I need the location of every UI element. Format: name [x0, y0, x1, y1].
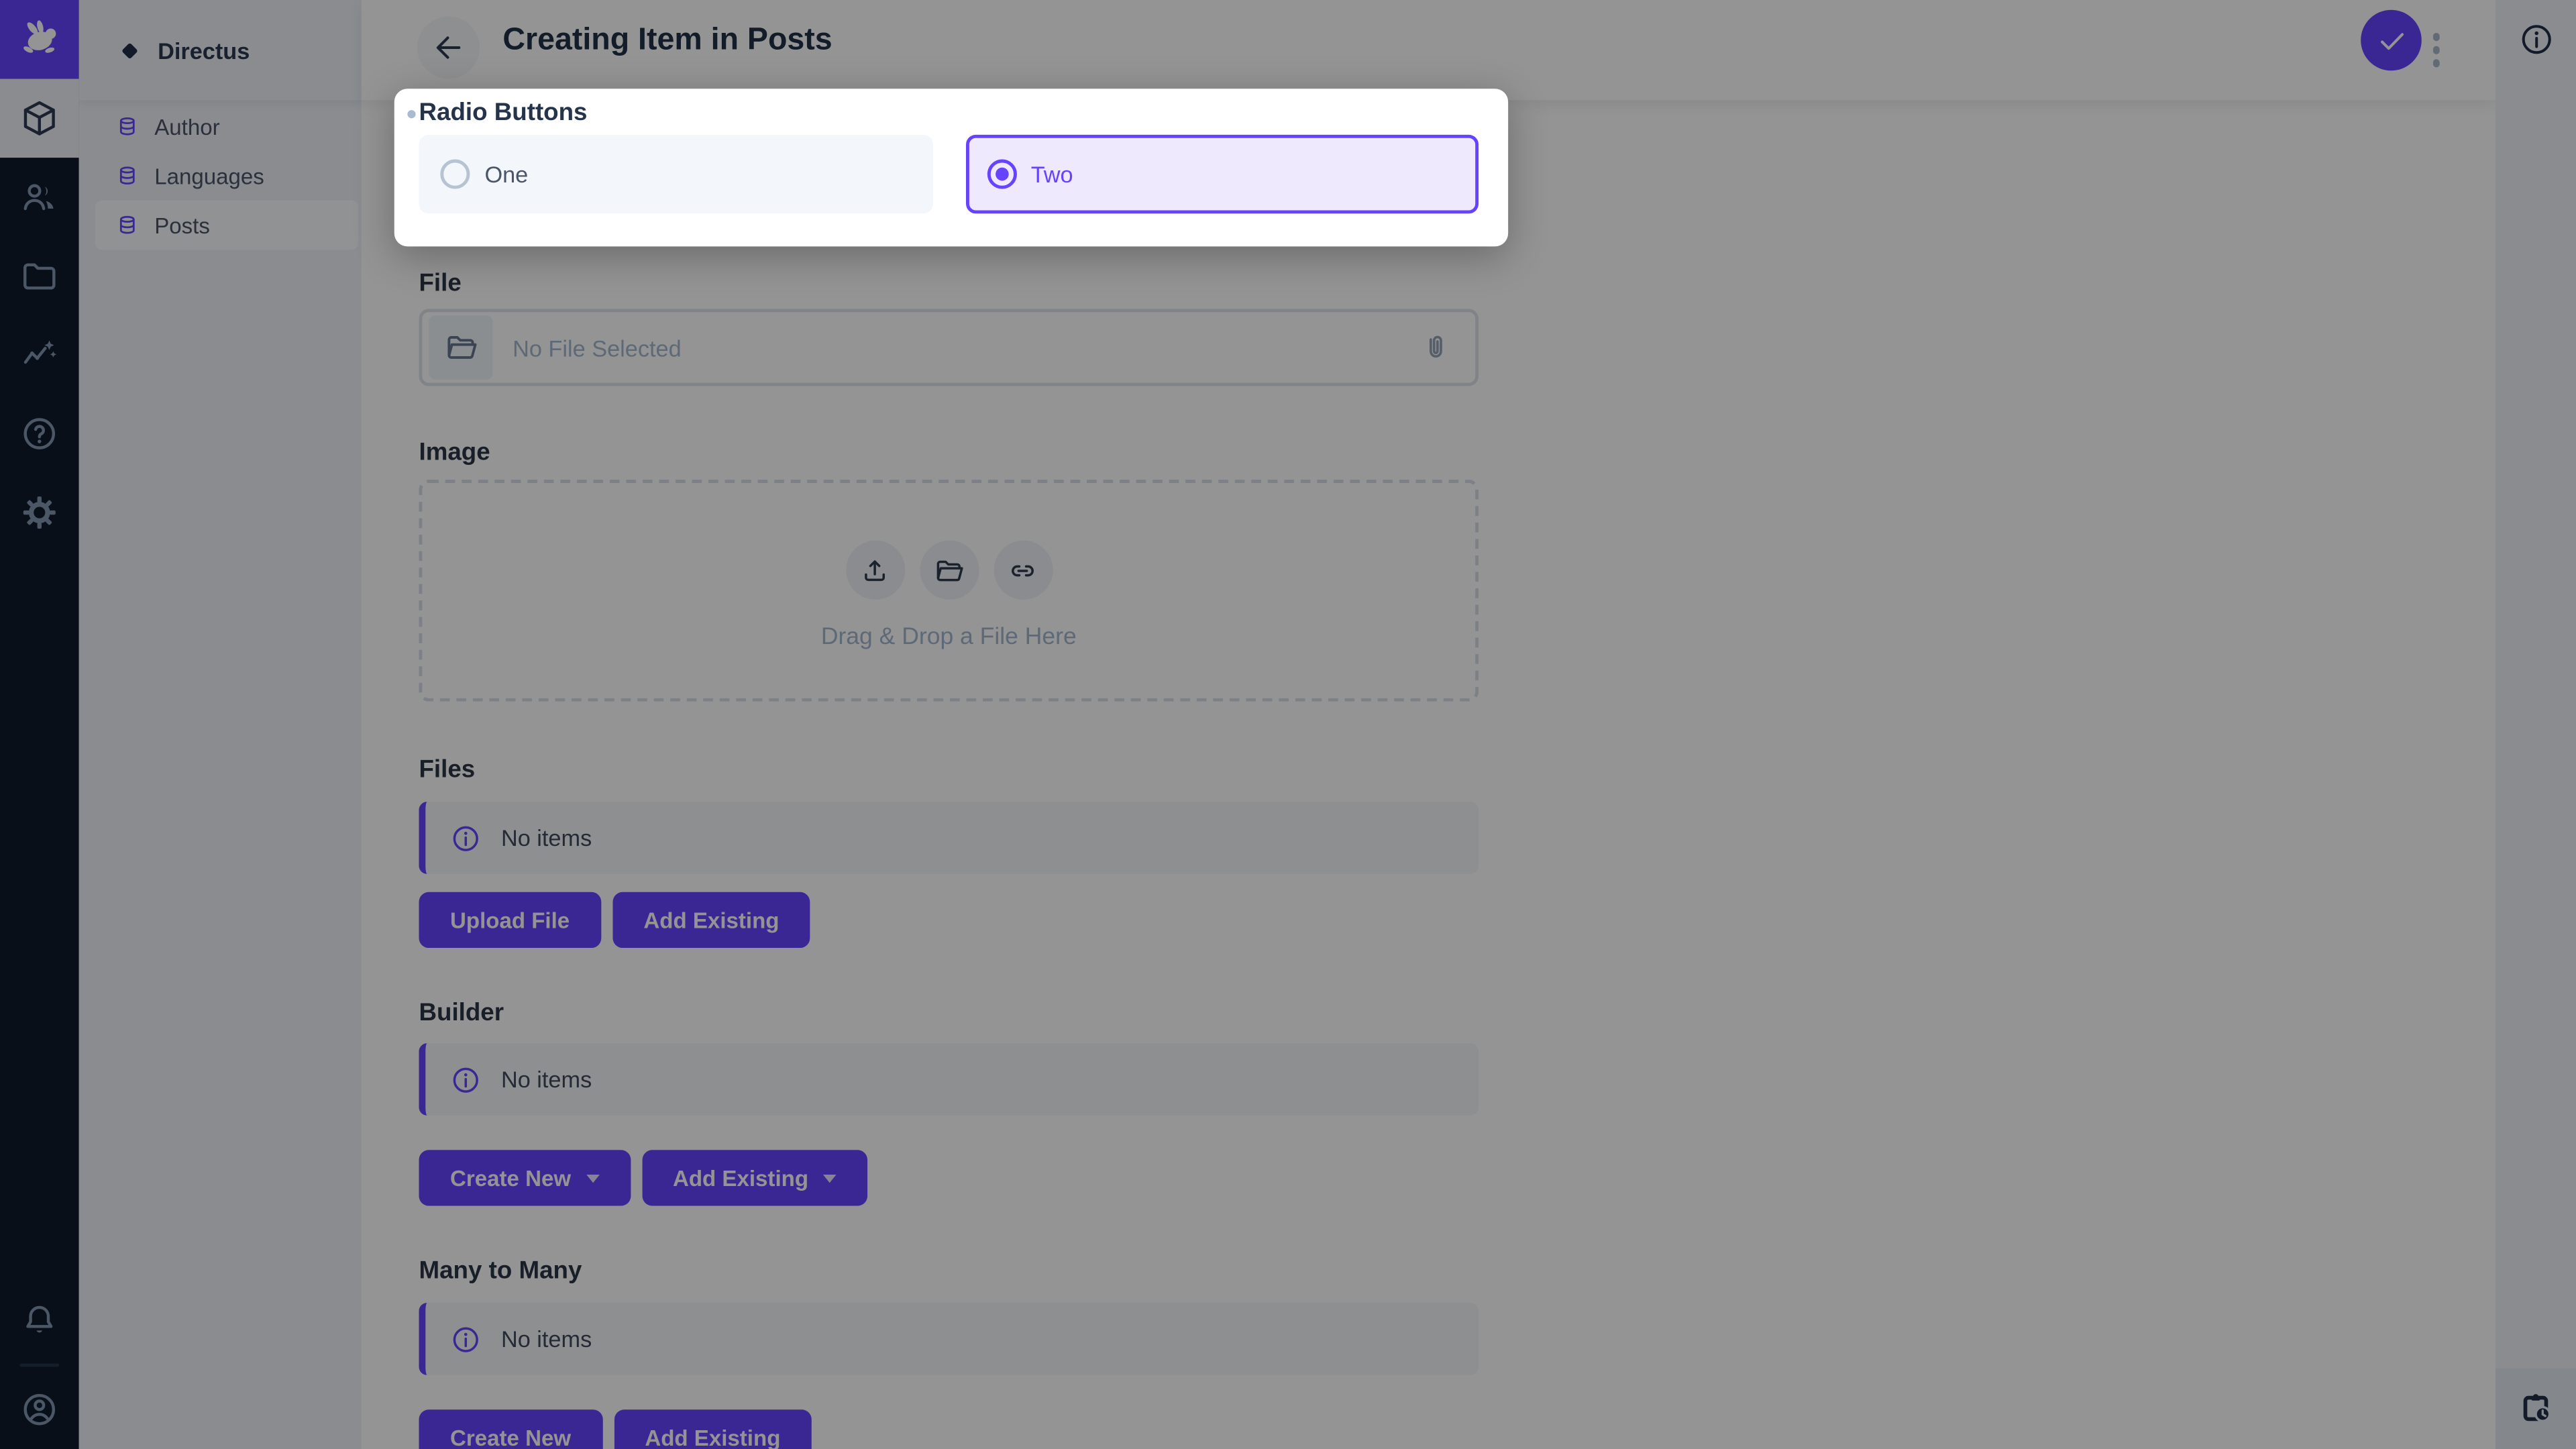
radio-option-one[interactable]: One	[419, 135, 932, 214]
radio-option-label: One	[484, 161, 528, 187]
radio-checked-icon	[987, 160, 1016, 189]
radio-options: One Two	[419, 135, 1479, 214]
radio-field-label: Radio Buttons	[419, 99, 587, 127]
radio-buttons-field-spotlight: Radio Buttons One Two	[394, 89, 1508, 246]
radio-option-two[interactable]: Two	[965, 135, 1479, 214]
radio-field-label-row: Radio Buttons	[419, 99, 587, 127]
radio-unchecked-icon	[440, 160, 470, 189]
radio-option-label: Two	[1031, 161, 1073, 187]
edited-indicator-dot	[407, 110, 415, 118]
directus-app: Directus Author	[0, 0, 2576, 1449]
